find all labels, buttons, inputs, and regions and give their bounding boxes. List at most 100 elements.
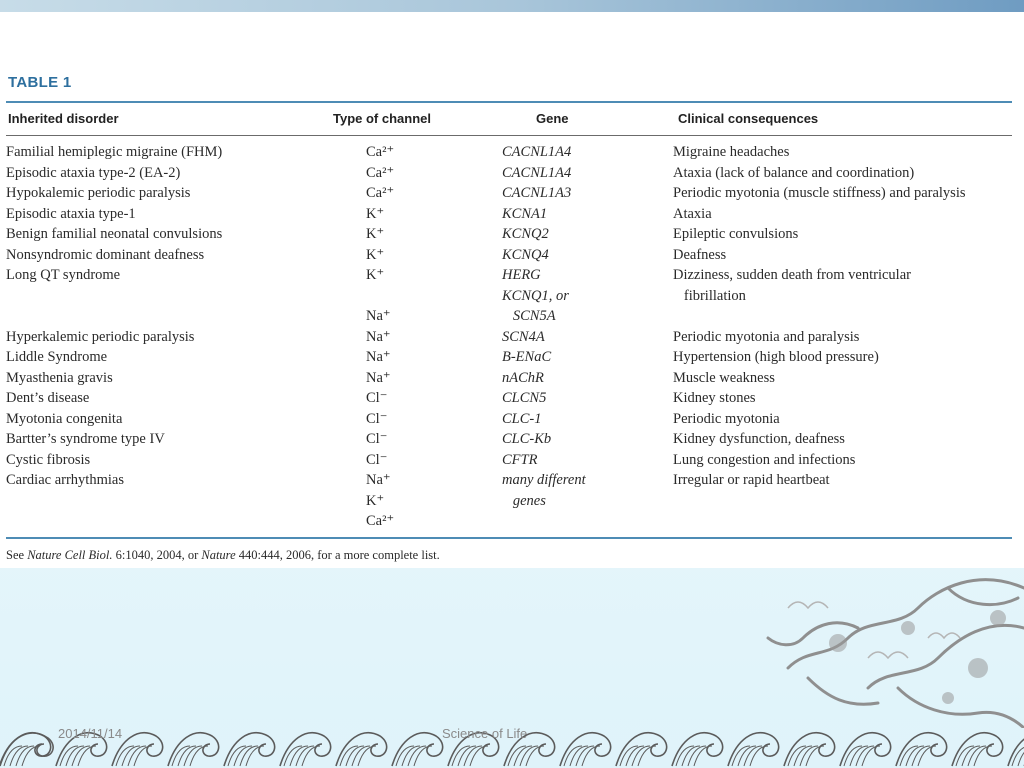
gene-cell: CLC-1 <box>502 410 542 427</box>
table-row: Hypokalemic periodic paralysis Ca²⁺ CACNL1… <box>6 183 1013 204</box>
disorder-cell: Hypokalemic periodic paralysis <box>6 185 191 201</box>
channel-cell: Cl⁻ <box>366 431 388 447</box>
channel-cell: Na⁺ <box>366 328 391 345</box>
table-row: Nonsyndromic dominant deafness K⁺ KCNQ4 Dea… <box>6 245 1013 266</box>
disorder-cell: Cardiac arrhythmias <box>6 472 124 488</box>
consequence-cell: Ataxia (lack of balance and coordination… <box>673 164 915 181</box>
channel-cell: Cl⁻ <box>366 390 388 406</box>
disorder-cell: Episodic ataxia type-2 (EA-2) <box>6 164 181 181</box>
footnote-mid: 6:1040, 2004, or <box>112 548 202 562</box>
table-row: Hyperkalemic periodic paralysis Na⁺ SCN4A P… <box>6 327 1013 348</box>
disorder-cell: Cystic fibrosis <box>6 451 91 468</box>
gene-cell: HERG <box>502 267 541 283</box>
consequence-cell: Periodic myotonia (muscle stiffness) and… <box>673 185 966 201</box>
footer-date: 2014/11/14 <box>58 726 123 741</box>
channel-cell: Na⁺ <box>366 472 391 488</box>
table-footnote: See Nature Cell Biol. 6:1040, 2004, or N… <box>6 548 440 563</box>
disorder-cell: Episodic ataxia type-1 <box>6 205 136 222</box>
table-bottom-rule <box>6 537 1012 539</box>
consequence-cell: Hypertension (high blood pressure) <box>673 349 879 365</box>
disorder-cell: Dent’s disease <box>6 390 90 406</box>
header-clinical-consequences: Clinical consequences <box>678 111 819 126</box>
gene-cell: many different <box>502 472 586 488</box>
footer-center-text: Science of Life <box>442 726 528 741</box>
footnote-pre: See <box>6 548 28 562</box>
gene-cell <box>502 511 673 532</box>
header-type-of-channel: Type of channel <box>333 111 431 126</box>
gene-cell: CFTR <box>502 451 538 468</box>
table-row: Episodic ataxia type-1 K⁺ KCNA1 Ataxia <box>6 204 1013 225</box>
disorder-cell: Nonsyndromic dominant deafness <box>6 246 205 263</box>
consequence-cell: Migraine headaches <box>673 144 790 160</box>
gene-cell: CLCN5 <box>502 390 547 406</box>
table-row: Cardiac arrhythmias Na⁺ many different Irre… <box>6 470 1013 491</box>
table-row: Myotonia congenita Cl⁻ CLC-1 Periodic myoto… <box>6 409 1013 430</box>
gene-cell: CACNL1A4 <box>502 164 572 181</box>
consequence-cell: Kidney dysfunction, deafness <box>673 431 845 447</box>
table-header-rule <box>6 135 1012 136</box>
consequence-cell <box>673 306 1013 327</box>
table-row: Benign familial neonatal convulsions K⁺ KC… <box>6 224 1013 245</box>
footnote-post: 440:444, 2006, for a more complete list. <box>235 548 440 562</box>
channel-cell: Na⁺ <box>366 369 391 386</box>
table-row: Myasthenia gravis Na⁺ nAChR Muscle weakness <box>6 368 1013 389</box>
header-gene: Gene <box>536 111 569 126</box>
footnote-journal-2: Nature <box>201 548 236 562</box>
gene-cell: CACNL1A3 <box>502 185 572 201</box>
consequence-cell: Periodic myotonia <box>673 410 780 427</box>
consequence-cell: Irregular or rapid heartbeat <box>673 472 830 488</box>
disorder-cell: Myasthenia gravis <box>6 369 113 386</box>
table-row: K⁺ genes <box>6 491 1013 512</box>
channel-cell: Ca²⁺ <box>366 513 395 529</box>
disorder-cell: Familial hemiplegic migraine (FHM) <box>6 144 223 160</box>
gene-cell: CLC-Kb <box>502 431 552 447</box>
channel-cell: Ca²⁺ <box>366 144 395 160</box>
table-row: Ca²⁺ <box>6 511 1013 532</box>
channel-cell: Ca²⁺ <box>366 164 395 181</box>
consequence-cell <box>673 491 1013 512</box>
channel-cell: K⁺ <box>366 205 385 222</box>
consequence-cell: Epileptic convulsions <box>673 226 799 242</box>
channel-cell: Cl⁻ <box>366 451 388 468</box>
consequence-cell: Muscle weakness <box>673 369 775 386</box>
table-title: TABLE 1 <box>8 74 72 91</box>
consequence-cell: Periodic myotonia and paralysis <box>673 328 860 345</box>
top-accent-bar <box>0 0 1024 12</box>
consequence-cell: Lung congestion and infections <box>673 451 856 468</box>
consequence-cell: fibrillation <box>673 287 746 304</box>
dragon-decoration-icon <box>766 578 1024 728</box>
gene-cell: SCN4A <box>502 328 545 345</box>
gene-cell: KCNQ1, or <box>502 287 569 304</box>
consequence-cell: Kidney stones <box>673 390 756 406</box>
consequence-cell <box>673 511 1013 532</box>
channel-cell: Na⁺ <box>366 308 391 324</box>
table-row: Bartter’s syndrome type IV Cl⁻ CLC-Kb Kidne… <box>6 429 1013 450</box>
disorder-cell <box>6 286 366 307</box>
table-row: Cystic fibrosis Cl⁻ CFTR Lung congestion an… <box>6 450 1013 471</box>
channel-cell <box>366 286 502 307</box>
consequence-cell: Deafness <box>673 246 727 263</box>
gene-cell: nAChR <box>502 369 544 386</box>
header-inherited-disorder: Inherited disorder <box>8 111 119 126</box>
disorder-cell <box>6 511 366 532</box>
consequence-cell: Ataxia <box>673 205 712 222</box>
wave-border-icon <box>0 731 1024 767</box>
channel-cell: K⁺ <box>366 246 385 263</box>
disorder-cell: Bartter’s syndrome type IV <box>6 431 165 447</box>
disorder-cell: Myotonia congenita <box>6 410 123 427</box>
channel-cell: Na⁺ <box>366 349 391 365</box>
channel-cell: K⁺ <box>366 267 385 283</box>
table-row: KCNQ1, or fibrillation <box>6 286 1013 307</box>
gene-cell: KCNQ2 <box>502 226 549 242</box>
channel-cell: Cl⁻ <box>366 410 388 427</box>
disorder-cell: Long QT syndrome <box>6 267 121 283</box>
table-row: Na⁺ SCN5A <box>6 306 1013 327</box>
channel-cell: Ca²⁺ <box>366 185 395 201</box>
table-row: Liddle Syndrome Na⁺ B-ENaC Hypertension (hi… <box>6 347 1013 368</box>
disorder-cell: Liddle Syndrome <box>6 349 108 365</box>
gene-cell: KCNQ4 <box>502 246 549 263</box>
table-row: Episodic ataxia type-2 (EA-2) Ca²⁺ CACNL1A… <box>6 163 1013 184</box>
gene-cell: B-ENaC <box>502 349 552 365</box>
table-row: Dent’s disease Cl⁻ CLCN5 Kidney stones <box>6 388 1013 409</box>
disorder-cell <box>6 491 366 512</box>
